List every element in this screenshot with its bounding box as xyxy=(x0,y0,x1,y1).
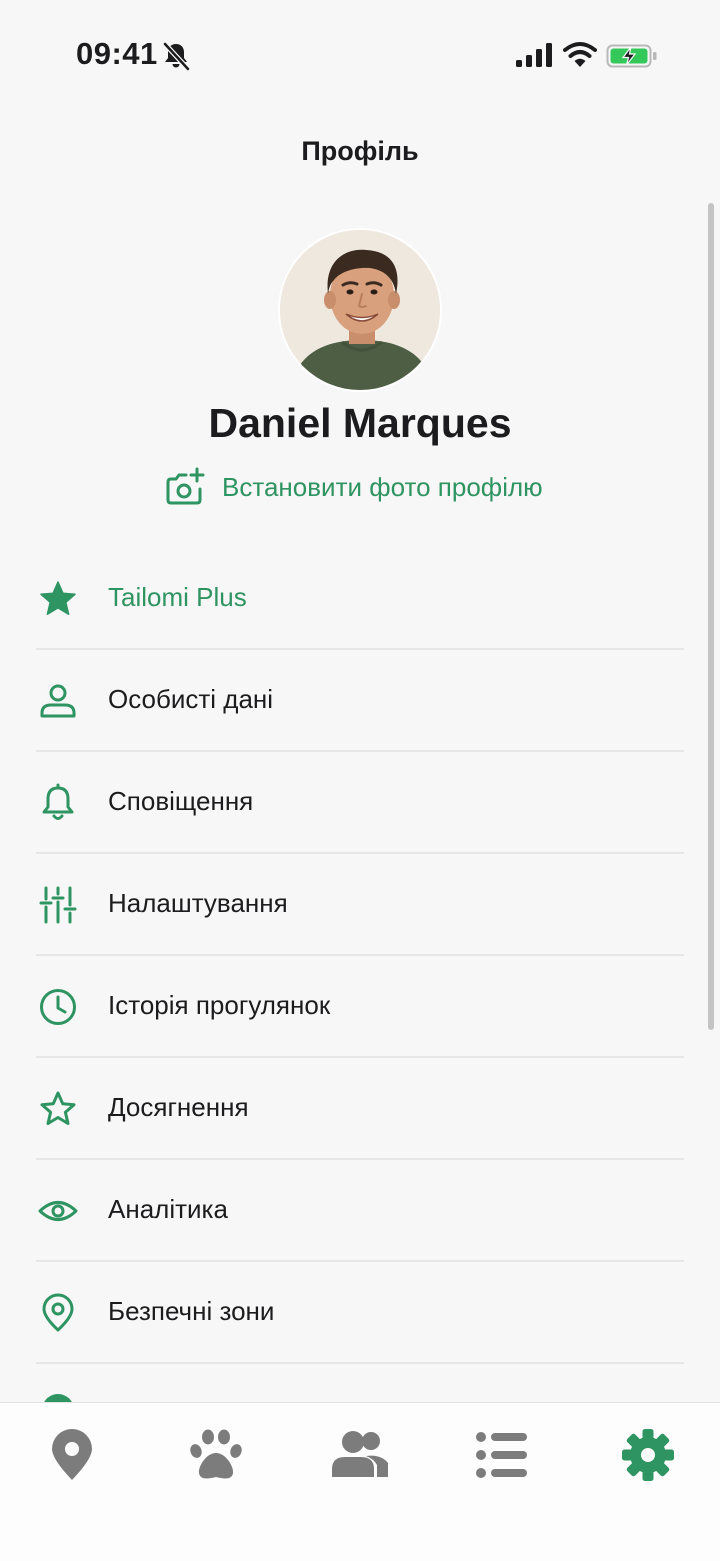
menu-item-label: Налаштування xyxy=(108,888,288,918)
star-outline-icon xyxy=(36,1089,80,1129)
bell-icon xyxy=(36,783,80,823)
menu-item-personal-data[interactable]: Особисті дані xyxy=(36,650,684,752)
clock-icon xyxy=(36,987,80,1027)
menu-item-notifications[interactable]: Сповіщення xyxy=(36,752,684,854)
list-icon xyxy=(476,1432,527,1478)
tab-list[interactable] xyxy=(452,1423,552,1487)
status-time: 09:41 xyxy=(76,36,158,71)
person-icon xyxy=(36,681,80,721)
camera-plus-icon xyxy=(166,467,205,505)
menu-item-label: Безпечні зони xyxy=(108,1296,275,1326)
scrollbar[interactable] xyxy=(708,203,714,1030)
avatar[interactable] xyxy=(278,228,442,392)
menu-item-settings[interactable]: Налаштування xyxy=(36,854,684,956)
gear-icon xyxy=(622,1429,674,1481)
wifi-icon xyxy=(563,42,597,67)
bell-off-icon xyxy=(163,42,190,71)
tab-settings[interactable] xyxy=(598,1423,698,1487)
profile-name: Daniel Marques xyxy=(208,400,512,446)
menu-item-label: Аналітика xyxy=(108,1194,228,1224)
tab-bar xyxy=(0,1402,720,1561)
menu-item-safe-zones[interactable]: Безпечні зони xyxy=(36,1262,684,1364)
eye-icon xyxy=(36,1191,80,1231)
status-bar: 09:41 xyxy=(0,0,720,110)
menu-item-label: Сповіщення xyxy=(108,786,254,816)
map-pin-icon xyxy=(52,1429,92,1480)
settings-menu: Tailomi Plus Особисті дані Сповіщення На… xyxy=(36,548,684,1364)
avatar-image xyxy=(280,230,440,390)
tab-pets[interactable] xyxy=(166,1423,266,1487)
set-profile-photo-button[interactable]: Встановити фото профілю xyxy=(164,464,543,510)
people-icon xyxy=(332,1431,388,1477)
menu-item-achievements[interactable]: Досягнення xyxy=(36,1058,684,1160)
sliders-icon xyxy=(36,885,80,925)
paw-icon xyxy=(190,1429,242,1479)
menu-item-label: Досягнення xyxy=(108,1092,249,1122)
tab-map[interactable] xyxy=(22,1423,122,1487)
tab-friends[interactable] xyxy=(310,1423,410,1487)
menu-item-tailomi-plus[interactable]: Tailomi Plus xyxy=(36,548,684,650)
star-filled-icon xyxy=(36,579,80,619)
battery-charging-icon xyxy=(606,44,657,68)
page-title: Профіль xyxy=(301,136,419,166)
cellular-signal-icon xyxy=(516,43,552,67)
menu-item-label: Історія прогулянок xyxy=(108,990,331,1020)
menu-item-label: Tailomi Plus xyxy=(108,582,247,612)
menu-item-label: Особисті дані xyxy=(108,684,274,714)
menu-item-analytics[interactable]: Аналітика xyxy=(36,1160,684,1262)
map-pin-icon xyxy=(36,1293,80,1333)
menu-item-walk-history[interactable]: Історія прогулянок xyxy=(36,956,684,1058)
set-profile-photo-label: Встановити фото профілю xyxy=(222,471,543,502)
